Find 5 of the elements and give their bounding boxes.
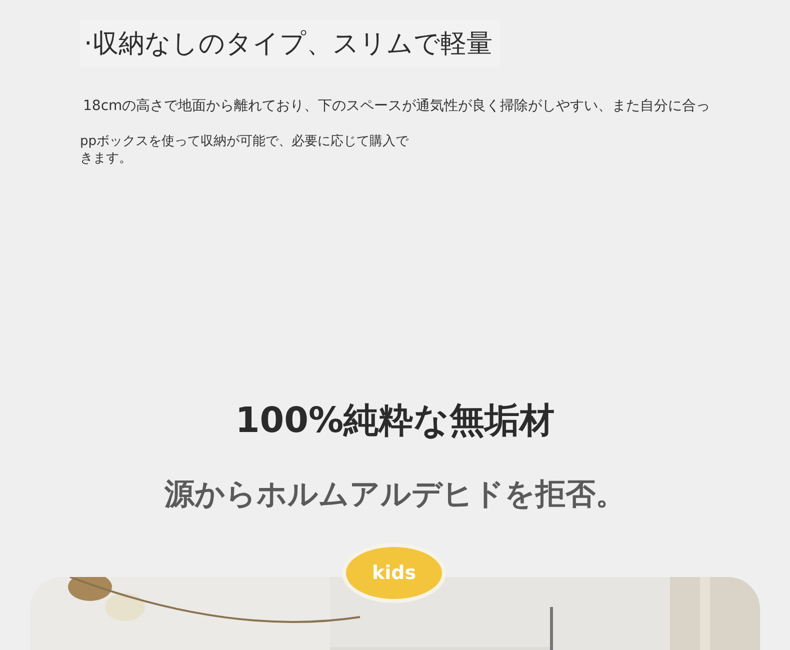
headline: 100%純粋な無垢材: [235, 400, 555, 443]
category-badge: kids: [342, 543, 446, 603]
description-text: 18cmの高さで地面から離れており、下のスペースが通気性が良く掃除がしやすい、また自分に合っ: [83, 97, 712, 115]
note-text: ppボックスを使って収納が可能で、必要に応じて購入できます。: [80, 133, 410, 167]
subheadline: 源からホルムアルデヒドを拒否。: [164, 476, 626, 514]
